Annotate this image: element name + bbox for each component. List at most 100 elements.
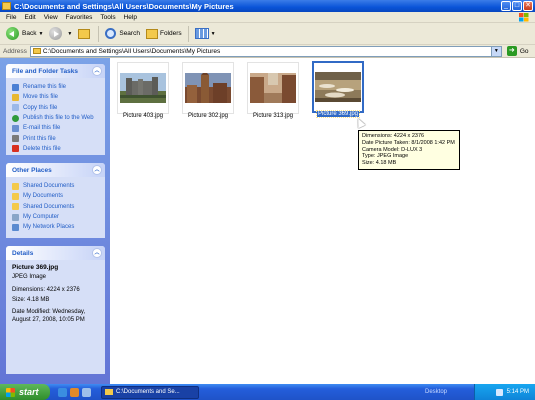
- back-button[interactable]: Back ▼: [3, 25, 46, 43]
- search-button[interactable]: Search: [102, 25, 143, 43]
- maximize-button[interactable]: □: [512, 1, 522, 11]
- rename-icon: [12, 83, 19, 91]
- collapse-icon[interactable]: ︿: [92, 165, 102, 175]
- volume-icon[interactable]: [495, 388, 503, 396]
- details-panel: Details ︿ Picture 369.jpg JPEG Image Dim…: [6, 246, 105, 374]
- other-place-label: My Computer: [23, 214, 60, 221]
- file-view: Picture 403.jpg Picture 302.jpg Picture …: [110, 58, 535, 384]
- thumbnail-caption[interactable]: Picture 313.jpg: [243, 113, 303, 119]
- taskbar-window-button[interactable]: C:\Documents and Se...: [101, 385, 199, 399]
- views-button[interactable]: ▼: [192, 25, 219, 43]
- forward-button[interactable]: ▼: [46, 25, 75, 43]
- file-task-item[interactable]: Move this file: [12, 92, 100, 102]
- go-button[interactable]: ➜ Go: [506, 46, 529, 56]
- file-task-label: Delete this file: [23, 145, 61, 152]
- folder-icon: [12, 203, 19, 211]
- back-arrow-icon: [6, 27, 19, 40]
- other-place-item[interactable]: My Documents: [12, 191, 100, 201]
- forward-arrow-icon: [49, 27, 63, 40]
- search-icon: [105, 28, 117, 39]
- other-place-item[interactable]: Shared Documents: [12, 202, 100, 212]
- menu-help[interactable]: Help: [120, 14, 141, 21]
- mouse-cursor-icon: [354, 116, 366, 129]
- thumbnail[interactable]: [182, 62, 234, 114]
- file-task-item[interactable]: E-mail this file: [12, 123, 100, 133]
- up-folder-button[interactable]: [75, 25, 95, 43]
- menu-file[interactable]: File: [2, 14, 20, 21]
- clock[interactable]: 5:14 PM: [507, 389, 529, 395]
- folder-icon: [2, 2, 11, 10]
- globe-icon: [12, 114, 19, 122]
- file-tasks-list: Rename this file Move this file Copy this …: [6, 78, 105, 155]
- file-task-item[interactable]: Rename this file: [12, 82, 100, 92]
- collapse-icon[interactable]: ︿: [92, 66, 102, 76]
- show-desktop-icon[interactable]: [82, 387, 91, 397]
- window-controls: _ □ ✕: [501, 1, 533, 11]
- back-label: Back: [22, 30, 37, 37]
- other-place-item[interactable]: Shared Documents: [12, 181, 100, 191]
- tooltip-line: Type: JPEG Image: [362, 153, 409, 160]
- menu-view[interactable]: View: [40, 14, 62, 21]
- computer-icon: [12, 213, 19, 221]
- thumbnail-selected[interactable]: [312, 61, 364, 113]
- other-places-header[interactable]: Other Places ︿: [6, 163, 105, 177]
- start-button[interactable]: start: [0, 384, 50, 400]
- chevron-down-icon[interactable]: ▼: [67, 31, 72, 37]
- quick-launch: [58, 387, 91, 397]
- folder-up-icon: [78, 28, 91, 39]
- file-task-item[interactable]: Publish this file to the Web: [12, 113, 100, 123]
- folders-icon: [145, 28, 158, 39]
- file-task-label: E-mail this file: [23, 125, 61, 132]
- details-size: Size: 4.18 MB: [12, 297, 50, 303]
- file-task-item[interactable]: Delete this file: [12, 144, 100, 154]
- thumbnail-caption-selected[interactable]: Picture 369.jpg: [308, 110, 368, 118]
- details-body: Picture 369.jpg JPEG Image Dimensions: 4…: [6, 260, 105, 329]
- menu-favorites[interactable]: Favorites: [62, 14, 97, 21]
- tooltip-line: Date Picture Taken: 8/1/2008 1:42 PM: [362, 139, 455, 146]
- go-label: Go: [519, 47, 529, 55]
- title-bar: C:\Documents and Settings\All Users\Docu…: [0, 0, 535, 12]
- chevron-down-icon[interactable]: ▼: [38, 31, 43, 37]
- file-task-label: Rename this file: [23, 84, 67, 91]
- photo-castle: [120, 73, 166, 103]
- file-task-item[interactable]: Copy this file: [12, 103, 100, 113]
- collapse-icon[interactable]: ︿: [92, 248, 102, 258]
- other-place-label: My Network Places: [23, 224, 75, 231]
- network-icon: [12, 223, 19, 231]
- media-player-icon[interactable]: [70, 387, 79, 397]
- move-icon: [12, 93, 19, 101]
- minimize-button[interactable]: _: [501, 1, 511, 11]
- chevron-down-icon[interactable]: ▼: [490, 46, 501, 56]
- close-button[interactable]: ✕: [523, 1, 533, 11]
- tooltip-line: Dimensions: 4224 x 2376: [362, 133, 425, 139]
- search-label: Search: [119, 30, 140, 37]
- menu-tools[interactable]: Tools: [96, 14, 119, 21]
- other-places-list: Shared Documents My Documents Shared Docum…: [6, 177, 105, 236]
- folders-button[interactable]: Folders: [143, 25, 185, 43]
- thumbnail-caption[interactable]: Picture 302.jpg: [178, 113, 238, 119]
- browser-icon[interactable]: [58, 387, 67, 397]
- address-input[interactable]: C:\Documents and Settings\All Users\Docu…: [29, 45, 502, 57]
- address-value[interactable]: C:\Documents and Settings\All Users\Docu…: [43, 48, 491, 55]
- other-place-label: Shared Documents: [23, 203, 75, 210]
- panel-title: Details: [12, 249, 34, 257]
- details-header[interactable]: Details ︿: [6, 246, 105, 260]
- thumbnail[interactable]: [117, 62, 169, 114]
- other-place-label: My Documents: [23, 193, 64, 200]
- desktop-toolbar-label[interactable]: Desktop: [425, 389, 447, 395]
- details-modified-1: Date Modified: Wednesday,: [12, 308, 86, 315]
- other-place-item[interactable]: My Computer: [12, 212, 100, 222]
- tooltip-line: Camera Model: D-LUX 3: [362, 146, 423, 153]
- other-places-panel: Other Places ︿ Shared Documents My Docume…: [6, 163, 105, 238]
- folder-icon: [12, 192, 19, 200]
- other-place-item[interactable]: My Network Places: [12, 222, 100, 232]
- system-tray: 5:14 PM: [474, 384, 535, 400]
- thumbnail-caption[interactable]: Picture 403.jpg: [113, 113, 173, 119]
- file-info-tooltip: Dimensions: 4224 x 2376 Date Picture Tak…: [358, 130, 460, 170]
- file-tasks-header[interactable]: File and Folder Tasks ︿: [6, 64, 105, 78]
- task-pane: File and Folder Tasks ︿ Rename this file…: [0, 58, 110, 384]
- file-task-item[interactable]: Print this file: [12, 133, 100, 143]
- menu-edit[interactable]: Edit: [20, 14, 39, 21]
- chevron-down-icon[interactable]: ▼: [211, 31, 216, 37]
- thumbnail[interactable]: [247, 62, 299, 114]
